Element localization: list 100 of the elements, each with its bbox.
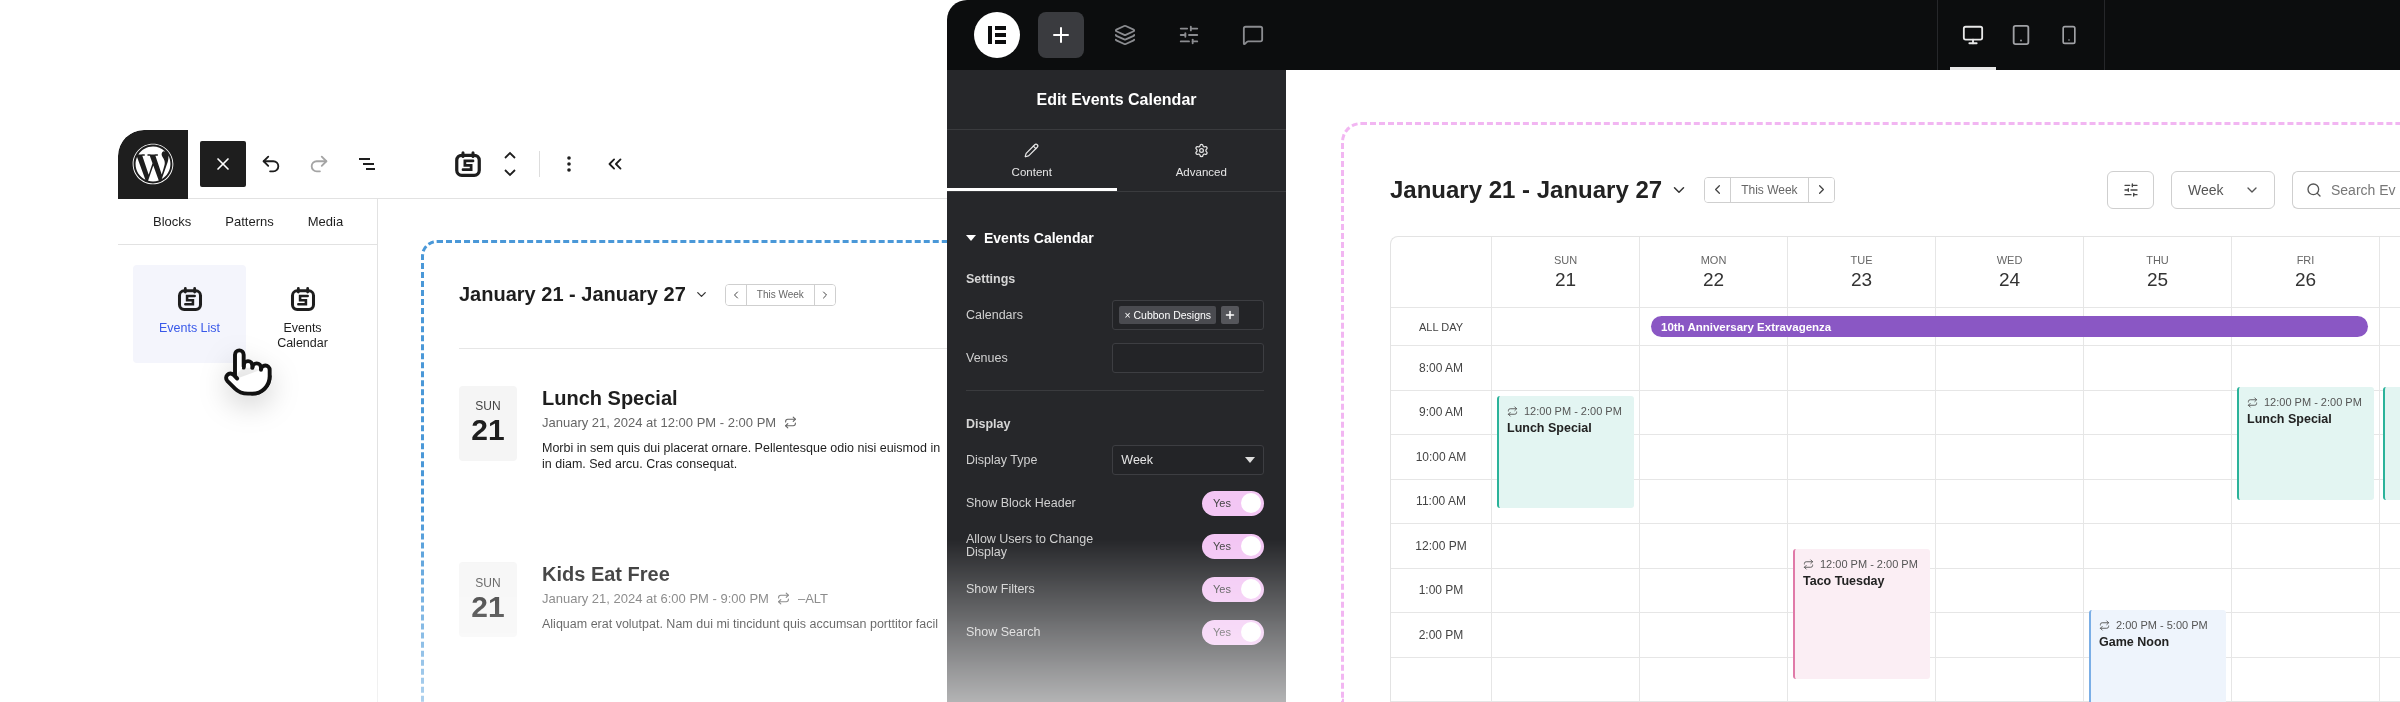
event-title: Lunch Special <box>2247 412 2333 426</box>
close-button[interactable] <box>200 141 246 187</box>
calendar-icon <box>453 149 483 179</box>
field-label: Show Search <box>966 625 1042 639</box>
weekday-text: SUN <box>475 575 501 590</box>
event-description: Morbi in sem quis dui placerat ornare. Pellentesque odio nisi euismod in <box>542 439 941 456</box>
calendars-field[interactable]: × Cubbon Designs <box>1112 300 1264 330</box>
inserter-tab[interactable]: Patterns <box>210 208 289 235</box>
time-label: 2:00 PM <box>1418 627 1464 642</box>
event-time: 12:00 PM - 2:00 PM <box>1820 558 1918 570</box>
search-field[interactable]: Search Ev <box>2292 170 2400 209</box>
hand-pointer-icon <box>222 346 274 398</box>
time-label: 8:00 AM <box>1419 360 1463 375</box>
time-label: 1:00 PM <box>1418 583 1464 598</box>
event-description: Aliquam erat volutpat. Nam dui mi tincidunt quis accumsan porttitor facil <box>542 616 938 633</box>
weekday-label: SUN <box>1553 253 1578 266</box>
group-heading: Display <box>966 417 1012 431</box>
calendar-tag[interactable]: × Cubbon Designs <box>1119 306 1217 324</box>
undo-icon <box>260 153 282 175</box>
event-time: 12:00 PM - 2:00 PM <box>1524 405 1622 417</box>
date-range-title: January 21 - January 27 <box>1390 175 1663 204</box>
all-day-label: ALL DAY <box>1419 320 1463 333</box>
day-number: 24 <box>1998 268 2021 291</box>
event-card[interactable]: 12:00 PM - 2:00 PM Lunch Special <box>1497 396 1634 508</box>
sliders-icon <box>1178 24 1200 46</box>
block-tile[interactable]: Events Calendar <box>246 265 359 363</box>
event-description: in diam. Sed arcu. Cras consequat. <box>542 455 739 472</box>
weekday-label: MON <box>1700 253 1727 266</box>
weekday-label: THU <box>2146 253 2169 266</box>
this-week-button[interactable]: This Week <box>1730 177 1809 202</box>
block-tile[interactable]: Events List <box>133 265 246 363</box>
up-down-arrows-icon <box>501 149 519 179</box>
gear-icon <box>1193 143 1209 158</box>
field-label: Show Filters <box>966 582 1036 596</box>
day-number: 25 <box>2146 268 2169 291</box>
filter-button[interactable] <box>2107 170 2154 209</box>
day-number: 23 <box>1850 268 1873 291</box>
event-time: 12:00 PM - 2:00 PM <box>2264 396 2362 408</box>
day-number: 21 <box>471 589 505 624</box>
toggle-switch[interactable]: Yes <box>1202 490 1264 516</box>
toggle-switch[interactable]: Yes <box>1202 533 1264 559</box>
repeat-icon <box>784 415 798 429</box>
add-button[interactable] <box>1038 12 1084 58</box>
event-card[interactable]: 2:00 PM - 5:00 PM Game Noon <box>2089 610 2226 702</box>
time-label: 10:00 AM <box>1415 449 1467 464</box>
event-title[interactable]: Kids Eat Free <box>542 562 938 587</box>
field-label: Allow Users to Change Display <box>966 533 1095 559</box>
this-week-button[interactable]: This Week <box>745 284 815 305</box>
layers-icon <box>1114 24 1136 46</box>
inserter-tab[interactable]: Blocks <box>138 208 207 235</box>
more-icon <box>567 156 571 172</box>
phone-icon <box>2059 25 2079 45</box>
date-range-title: January 21 - January 27 <box>459 283 686 306</box>
time-label: 11:00 AM <box>1416 494 1466 509</box>
event-date-time: January 21, 2024 at 6:00 PM - 9:00 PM <box>542 591 769 607</box>
caret-icon <box>1245 457 1255 463</box>
inserter-tab[interactable]: Media <box>292 208 359 235</box>
field-label: Display Type <box>966 453 1039 467</box>
event-title: Lunch Special <box>1507 421 1593 435</box>
speech-bubble-icon <box>1242 24 1264 46</box>
event-card[interactable]: 12:00 PM - 2:00 PM Taco Tuesday <box>1793 549 1930 679</box>
calendar-icon <box>288 285 317 313</box>
panel-tab[interactable]: Advanced <box>1116 130 1286 191</box>
venues-field[interactable] <box>1112 343 1264 373</box>
recurrence-label: –ALT <box>797 591 829 607</box>
weekday-text: SUN <box>475 399 501 414</box>
add-tag-button[interactable] <box>1221 306 1240 324</box>
field-label: Show Block Header <box>966 496 1077 510</box>
plus-icon <box>1224 309 1237 321</box>
sliders-icon <box>2122 181 2139 198</box>
section-header[interactable]: Events Calendar <box>966 230 1264 246</box>
panel-title: Edit Events Calendar <box>1036 90 1197 109</box>
wordpress-logo[interactable] <box>118 130 188 199</box>
time-label: 9:00 AM <box>1419 405 1463 420</box>
weekday-label: FRI <box>2296 253 2315 266</box>
repeat-icon <box>1507 405 1518 417</box>
monitor-icon <box>1962 24 1984 46</box>
event-date-time: January 21, 2024 at 12:00 PM - 2:00 PM <box>542 414 777 430</box>
repeat-icon <box>776 592 790 606</box>
view-select[interactable]: Week <box>2171 170 2275 209</box>
event-time: 2:00 PM - 5:00 PM <box>2116 619 2208 631</box>
elementor-logo[interactable] <box>974 12 1020 58</box>
day-number: 26 <box>2294 268 2317 291</box>
repeat-icon <box>2099 619 2110 631</box>
field-label: Venues <box>966 351 1009 365</box>
day-number: 22 <box>1702 268 1725 291</box>
calendar-icon <box>175 285 204 313</box>
all-day-event[interactable]: 10th Anniversary Extravagenza <box>1651 316 2368 337</box>
field-label: Calendars <box>966 308 1024 322</box>
group-heading: Settings <box>966 272 1017 286</box>
tablet-icon <box>2010 24 2032 46</box>
repeat-icon <box>2247 396 2258 408</box>
event-title[interactable]: Lunch Special <box>542 385 941 410</box>
repeat-icon <box>1803 558 1814 570</box>
event-card[interactable]: 12:00 PM - 2:00 PM Lunch Special <box>2237 387 2374 500</box>
toggle-switch[interactable]: Yes <box>1202 576 1264 602</box>
panel-tab[interactable]: Content <box>947 130 1117 191</box>
time-label: 12:00 PM <box>1415 538 1467 553</box>
display-type-select[interactable]: Week <box>1112 445 1264 475</box>
search-icon <box>2306 181 2322 198</box>
